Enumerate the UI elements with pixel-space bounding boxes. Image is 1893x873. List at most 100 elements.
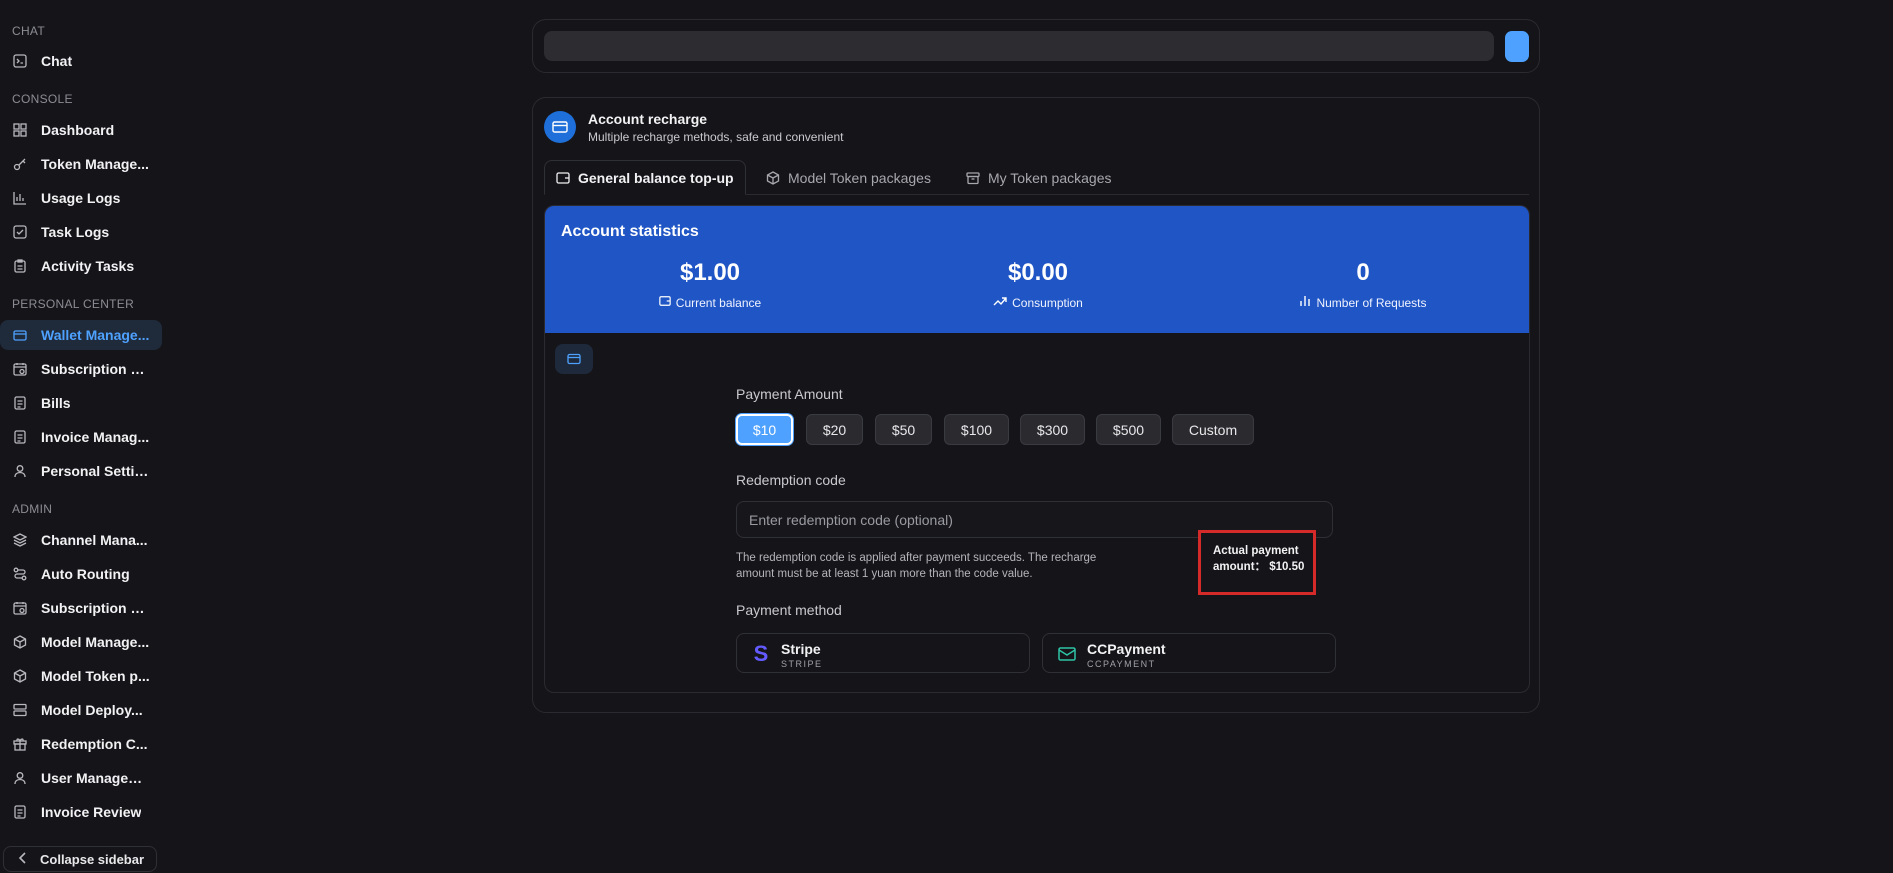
sidebar-item-label: Bills xyxy=(41,395,71,411)
stat-caption: Current balance xyxy=(675,295,762,310)
wallet-icon xyxy=(556,171,570,185)
collapse-sidebar-label: Collapse sidebar xyxy=(40,851,145,867)
sidebar-item-model-deployment[interactable]: Model Deploy... xyxy=(0,695,162,725)
sidebar-item-label: Redemption C... xyxy=(41,736,148,752)
stat-consumption: $0.00 Consumption xyxy=(918,259,1158,310)
search-button[interactable] xyxy=(1505,31,1529,62)
sidebar: CHAT Chat CONSOLE Dashboard Token Manage… xyxy=(0,0,170,873)
sidebar-item-subscription-management[interactable]: Subscription M... xyxy=(0,593,162,623)
layers-icon xyxy=(12,532,28,548)
sidebar-item-label: Activity Tasks xyxy=(41,258,135,274)
sidebar-item-model-management[interactable]: Model Manage... xyxy=(0,627,162,657)
amount-option-custom[interactable]: Custom xyxy=(1172,414,1254,445)
section-title-chat: CHAT xyxy=(12,24,45,38)
sidebar-item-label: Wallet Manage... xyxy=(41,327,150,343)
sidebar-item-redemption-codes[interactable]: Redemption C... xyxy=(0,729,162,759)
sidebar-item-label: Channel Mana... xyxy=(41,532,148,548)
credit-card-icon xyxy=(544,111,576,143)
sidebar-item-label: Model Deploy... xyxy=(41,702,143,718)
sidebar-item-channel-management[interactable]: Channel Mana... xyxy=(0,525,162,555)
sidebar-item-activity-tasks[interactable]: Activity Tasks xyxy=(0,251,162,281)
payment-method-stripe[interactable]: S Stripe STRIPE xyxy=(736,633,1030,673)
amount-option-50[interactable]: $50 xyxy=(875,414,932,445)
sidebar-item-user-management[interactable]: User Managem... xyxy=(0,763,162,793)
payment-method-code: STRIPE xyxy=(781,659,823,669)
sidebar-item-dashboard[interactable]: Dashboard xyxy=(0,115,162,145)
archive-icon xyxy=(966,171,980,185)
top-up-panel: Account statistics $1.00 Current balance… xyxy=(544,205,1530,693)
amount-option-10[interactable]: $10 xyxy=(736,414,793,445)
recharge-subtitle: Multiple recharge methods, safe and conv… xyxy=(588,130,844,144)
sidebar-item-label: User Managem... xyxy=(41,770,151,786)
tab-label: Model Token packages xyxy=(788,169,931,186)
account-statistics: Account statistics $1.00 Current balance… xyxy=(545,206,1529,333)
sidebar-item-invoice-management[interactable]: Invoice Manag... xyxy=(0,422,162,452)
sidebar-item-subscription-plans[interactable]: Subscription Pl... xyxy=(0,354,162,384)
sidebar-item-auto-routing[interactable]: Auto Routing xyxy=(0,559,162,589)
tab-model-token-packages[interactable]: Model Token packages xyxy=(766,160,931,195)
sidebar-item-personal-settings[interactable]: Personal Settin... xyxy=(0,456,162,486)
account-statistics-title: Account statistics xyxy=(561,223,699,240)
sidebar-item-label: Invoice Review xyxy=(41,804,142,820)
sidebar-item-label: Model Token p... xyxy=(41,668,150,684)
payment-amount-label: Payment Amount xyxy=(736,386,843,402)
stat-value: 0 xyxy=(1356,259,1370,286)
amount-option-500[interactable]: $500 xyxy=(1096,414,1161,445)
user-icon xyxy=(12,770,28,786)
sidebar-item-label: Subscription Pl... xyxy=(41,361,151,377)
sidebar-item-chat[interactable]: Chat xyxy=(0,46,162,76)
sidebar-item-invoice-review[interactable]: Invoice Review xyxy=(0,797,162,827)
redemption-hint: The redemption code is applied after pay… xyxy=(736,552,1097,580)
amount-option-100[interactable]: $100 xyxy=(944,414,1009,445)
tab-general-balance-top-up[interactable]: General balance top-up xyxy=(544,160,746,195)
payment-method-name: CCPayment xyxy=(1087,641,1166,657)
credit-card-icon xyxy=(555,344,593,374)
chevron-left-icon xyxy=(18,851,28,867)
wallet-icon xyxy=(659,295,671,310)
document-icon xyxy=(12,804,28,820)
tab-my-token-packages[interactable]: My Token packages xyxy=(966,160,1111,195)
sidebar-item-wallet-management[interactable]: Wallet Manage... xyxy=(0,320,162,350)
sidebar-item-task-logs[interactable]: Task Logs xyxy=(0,217,162,247)
server-icon xyxy=(12,702,28,718)
sidebar-item-model-token-packages[interactable]: Model Token p... xyxy=(0,661,162,691)
terminal-icon xyxy=(12,53,28,69)
actual-payment-amount: Actual payment amount： $10.50 xyxy=(1198,530,1316,595)
tab-label: My Token packages xyxy=(988,169,1112,186)
credit-card-icon xyxy=(12,327,28,343)
stripe-logo-icon: S xyxy=(753,641,769,666)
stat-value: $1.00 xyxy=(679,259,741,286)
calendar-clock-icon xyxy=(12,600,28,616)
sidebar-item-label: Auto Routing xyxy=(41,566,130,582)
dashboard-icon xyxy=(12,122,28,138)
bar-chart-icon xyxy=(1299,295,1311,310)
collapse-sidebar-button[interactable]: Collapse sidebar xyxy=(3,846,157,872)
payment-method-ccpayment[interactable]: CCPayment CCPAYMENT xyxy=(1042,633,1336,673)
amount-option-20[interactable]: $20 xyxy=(806,414,863,445)
stat-current-balance: $1.00 Current balance xyxy=(590,259,830,310)
sidebar-item-token-management[interactable]: Token Manage... xyxy=(0,149,162,179)
bar-chart-icon xyxy=(12,190,28,206)
redemption-code-label: Redemption code xyxy=(736,472,846,488)
document-icon xyxy=(12,395,28,411)
tab-label: General balance top-up xyxy=(578,169,734,186)
recharge-title: Account recharge xyxy=(588,111,708,127)
sidebar-item-bills[interactable]: Bills xyxy=(0,388,162,418)
sidebar-item-label: Model Manage... xyxy=(41,634,150,650)
section-title-personal-center: PERSONAL CENTER xyxy=(12,297,135,311)
route-icon xyxy=(12,566,28,582)
section-title-admin: ADMIN xyxy=(12,502,53,516)
clipboard-icon xyxy=(12,258,28,274)
sidebar-item-usage-logs[interactable]: Usage Logs xyxy=(0,183,162,213)
stat-caption: Number of Requests xyxy=(1316,295,1427,310)
amount-option-300[interactable]: $300 xyxy=(1020,414,1085,445)
sidebar-item-label: Token Manage... xyxy=(41,156,149,172)
recharge-card: Account recharge Multiple recharge metho… xyxy=(532,97,1540,713)
payment-method-code: CCPAYMENT xyxy=(1087,659,1156,669)
search-bar[interactable] xyxy=(544,31,1494,61)
key-icon xyxy=(12,156,28,172)
stat-number-of-requests: 0 Number of Requests xyxy=(1243,259,1483,310)
gift-icon xyxy=(12,736,28,752)
trend-up-icon xyxy=(993,295,1007,310)
sidebar-item-label: Dashboard xyxy=(41,122,115,138)
